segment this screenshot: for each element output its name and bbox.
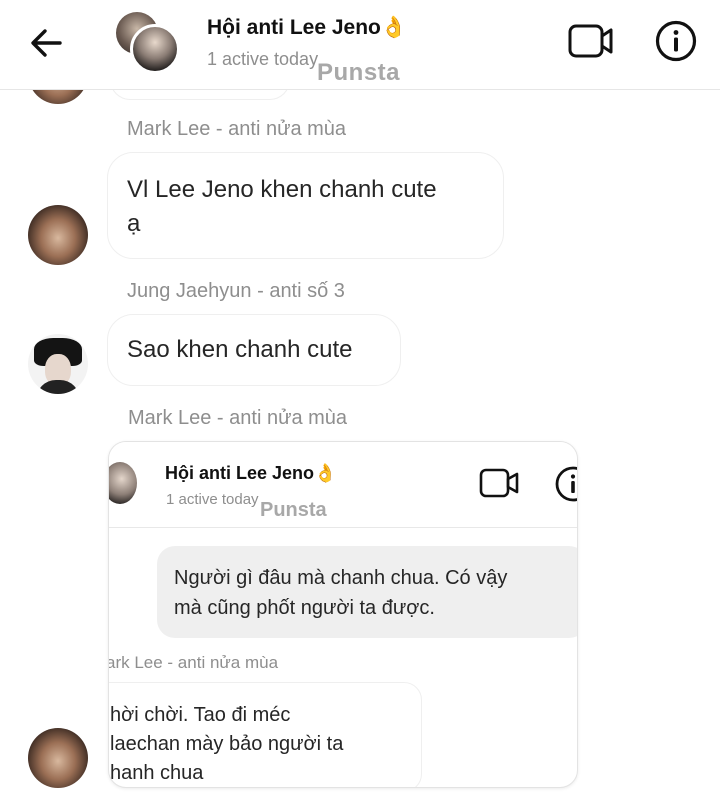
embedded-group-avatar bbox=[109, 462, 137, 504]
sender-name: Mark Lee - anti nửa mùa bbox=[127, 118, 347, 140]
chat-title[interactable]: Hội anti Lee Jeno👌 bbox=[207, 16, 407, 40]
member-avatar-2 bbox=[130, 24, 180, 74]
sender-name: Mark Lee - anti nửa mùa bbox=[128, 407, 348, 429]
embedded-chat-header: Hội anti Lee Jeno👌 1 active today Punsta bbox=[109, 442, 577, 528]
avatar[interactable] bbox=[28, 334, 88, 394]
message-line: hời chời. Tao đi méc bbox=[110, 704, 291, 726]
embedded-video-call-icon bbox=[479, 468, 519, 498]
message-bubble[interactable]: Sao khen chanh cute bbox=[107, 314, 401, 386]
ok-hand-emoji: 👌 bbox=[314, 463, 337, 483]
message-line: laechan mày bảo người ta bbox=[110, 733, 344, 755]
avatar[interactable] bbox=[28, 728, 88, 788]
embedded-chat-title: Hội anti Lee Jeno👌 bbox=[165, 463, 337, 483]
message-line: ạ bbox=[127, 210, 141, 237]
embedded-watermark: Punsta bbox=[260, 499, 327, 521]
sender-name: Jung Jaehyun - anti số 3 bbox=[127, 280, 345, 302]
message-bubble[interactable]: Vl Lee Jeno khen chanh cute ạ bbox=[107, 152, 504, 259]
active-status: 1 active today bbox=[207, 49, 319, 69]
ok-hand-emoji: 👌 bbox=[380, 16, 408, 39]
group-avatar[interactable] bbox=[116, 12, 180, 76]
message-line: Vl Lee Jeno khen chanh cute bbox=[127, 176, 437, 203]
message-line: Sao khen chanh cute bbox=[127, 336, 353, 363]
chat-header: Hội anti Lee Jeno👌 1 active today Punsta bbox=[0, 0, 720, 90]
embedded-sender-name: ark Lee - anti nửa mùa bbox=[108, 653, 279, 672]
embedded-sent-message: Người gì đâu mà chanh chua. Có vậy mà cũ… bbox=[157, 546, 577, 638]
info-icon[interactable] bbox=[654, 19, 698, 63]
embedded-received-message: hời chời. Tao đi méc laechan mày bảo ngư… bbox=[109, 682, 422, 787]
embedded-active-status: 1 active today bbox=[166, 491, 259, 508]
shared-screenshot-image[interactable]: Hội anti Lee Jeno👌 1 active today Punsta… bbox=[108, 441, 578, 788]
message-line: Người gì đâu mà chanh chua. Có vậy bbox=[174, 567, 508, 589]
avatar-shirt bbox=[36, 380, 80, 394]
embedded-info-icon bbox=[555, 466, 577, 502]
message-line: mà cũng phốt người ta được. bbox=[174, 597, 435, 619]
video-call-icon[interactable] bbox=[566, 21, 616, 61]
avatar[interactable] bbox=[28, 205, 88, 265]
watermark: Punsta bbox=[317, 59, 401, 86]
message-line: hanh chua bbox=[110, 762, 204, 784]
back-arrow-icon[interactable] bbox=[26, 22, 68, 64]
